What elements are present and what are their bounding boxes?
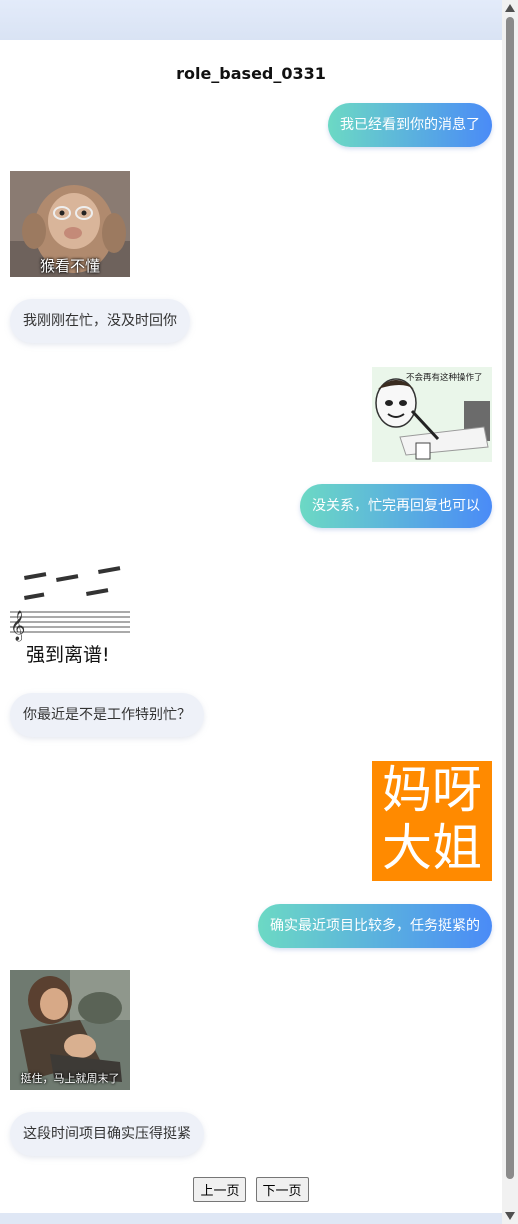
sticker-caption: 挺住，马上就周末了 xyxy=(20,1072,120,1085)
prev-page-button[interactable]: 上一页 xyxy=(193,1177,247,1202)
next-page-button[interactable]: 下一页 xyxy=(255,1177,309,1202)
message-text: 确实最近项目比较多，任务挺紧的 xyxy=(270,918,480,934)
tv-drama-screenshot-sticker: 挺住，马上就周末了 xyxy=(10,970,130,1090)
monkey-with-glasses-sticker: 猴看不懂 xyxy=(10,171,130,277)
scroll-up-arrow-icon[interactable] xyxy=(505,4,515,12)
sticker-caption-line1: 妈呀 xyxy=(382,761,482,819)
pagination: 上一页 下一页 xyxy=(0,1177,502,1202)
message-text: 你最近是不是工作特别忙？ xyxy=(23,707,191,723)
message-bubble-outgoing: 确实最近项目比较多，任务挺紧的 xyxy=(258,904,492,948)
scroll-down-arrow-icon[interactable] xyxy=(505,1212,515,1220)
message-bubble-incoming: 这段时间项目确实压得挺紧 xyxy=(10,1112,204,1156)
message-bubble-outgoing: 我已经看到你的消息了 xyxy=(328,103,492,147)
music-staff-sticker: 𝄞 强到离谱! xyxy=(10,560,130,666)
message-bubble-outgoing: 没关系，忙完再回复也可以 xyxy=(300,484,492,528)
sticker-caption: 不会再有这种操作了 xyxy=(406,373,483,383)
sticker-caption: 强到离谱! xyxy=(26,644,110,666)
panda-man-meme-sticker: 不会再有这种操作了 xyxy=(372,367,492,462)
chat-panel: role_based_0331 我已经看到你的消息了 猴看不懂 我刚刚在忙，没及… xyxy=(0,40,502,1213)
vertical-scrollbar[interactable] xyxy=(502,0,518,1224)
message-bubble-incoming: 我刚刚在忙，没及时回你 xyxy=(10,299,190,343)
orange-text-sticker: 妈呀 大姐 xyxy=(372,761,492,881)
chat-title: role_based_0331 xyxy=(176,64,326,83)
sticker-caption: 猴看不懂 xyxy=(39,257,100,275)
message-text: 我已经看到你的消息了 xyxy=(340,117,480,133)
message-bubble-incoming: 你最近是不是工作特别忙？ xyxy=(10,693,204,737)
page-header-background xyxy=(0,0,518,40)
svg-text:𝄞: 𝄞 xyxy=(10,610,25,642)
sticker-caption-line2: 大姐 xyxy=(382,819,482,877)
scroll-thumb[interactable] xyxy=(506,17,514,1179)
message-text: 我刚刚在忙，没及时回你 xyxy=(23,313,177,329)
message-text: 没关系，忙完再回复也可以 xyxy=(312,498,480,514)
message-text: 这段时间项目确实压得挺紧 xyxy=(23,1126,191,1142)
